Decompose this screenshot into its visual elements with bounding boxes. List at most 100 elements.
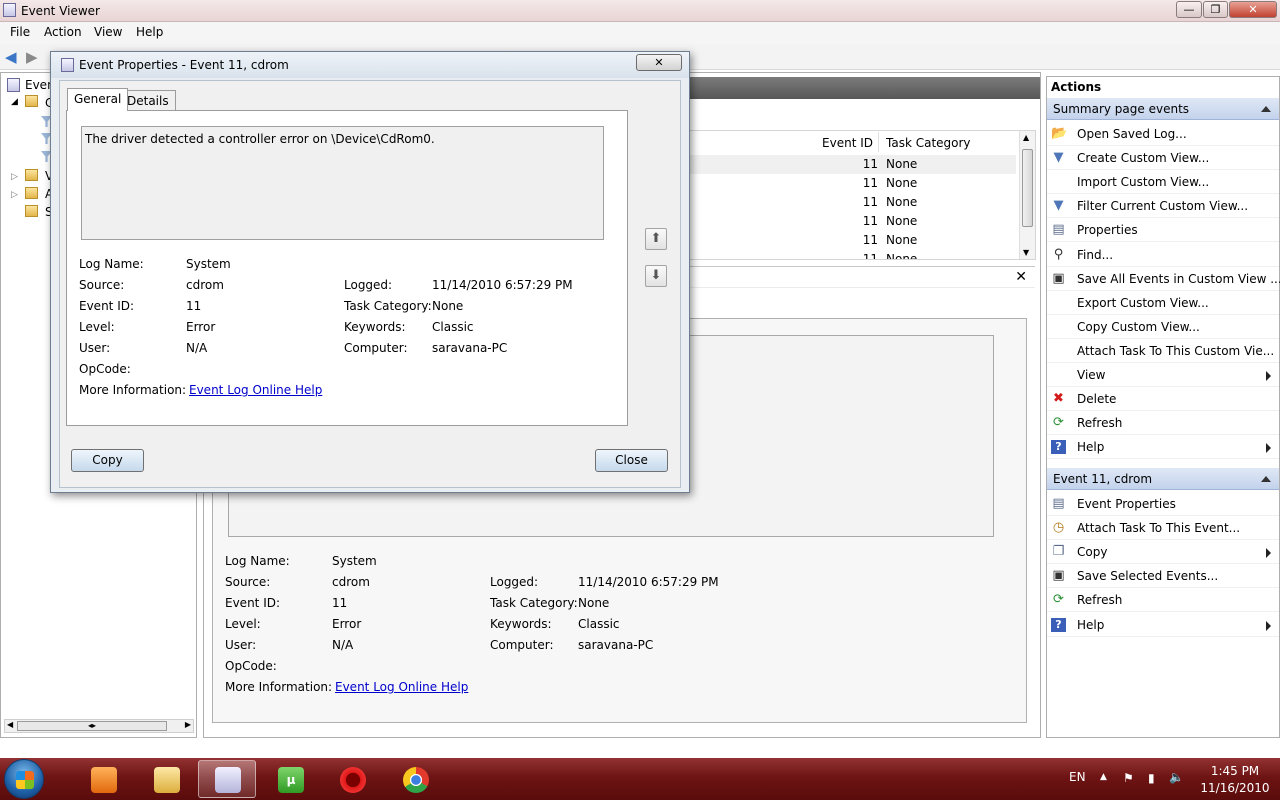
actions-title: Actions	[1051, 80, 1102, 94]
scroll-up-icon[interactable]: ▲	[1023, 133, 1029, 142]
action-item[interactable]: Export Custom View...	[1047, 291, 1279, 315]
action-item-label: Attach Task To This Custom Vie...	[1077, 343, 1275, 358]
action-item[interactable]: ◷ Attach Task To This Event...	[1047, 516, 1279, 541]
media-player-icon	[91, 767, 117, 793]
action-item[interactable]: ⚲ Find...	[1047, 243, 1279, 267]
clock-time[interactable]: 1:45 PM	[1205, 764, 1265, 778]
taskbar-utorrent[interactable]: µ	[261, 760, 319, 798]
action-item[interactable]: ▼ Create Custom View...	[1047, 146, 1279, 171]
menu-help[interactable]: Help	[136, 25, 163, 39]
action-item[interactable]: ▣ Save All Events in Custom View ...	[1047, 267, 1280, 291]
tab-general[interactable]: General	[67, 88, 129, 111]
action-item[interactable]: Import Custom View...	[1047, 170, 1279, 195]
folder-icon	[25, 169, 38, 181]
label-log-name: Log Name:	[225, 554, 290, 568]
windows-logo-icon	[16, 771, 34, 789]
event-list-scrollbar[interactable]: ▲ ▼	[1019, 131, 1035, 259]
collapse-arrow-icon[interactable]: ▷	[11, 172, 18, 182]
section-header-summary-page-events[interactable]: Summary page events	[1047, 98, 1279, 120]
chrome-icon	[403, 767, 429, 793]
taskbar-explorer[interactable]	[137, 760, 195, 798]
column-header-event-id[interactable]: Event ID	[743, 132, 879, 152]
scroll-right-icon[interactable]: ▶	[185, 720, 191, 729]
collapse-arrow-icon[interactable]: ▷	[11, 190, 18, 200]
battery-icon[interactable]: ▮	[1148, 771, 1155, 785]
value-level: Error	[332, 617, 362, 631]
menu-file[interactable]: File	[10, 25, 30, 39]
menu-bar: File Action View Help	[0, 22, 1280, 44]
action-item[interactable]: ? Help	[1047, 435, 1279, 460]
filter-icon: ▼	[1053, 198, 1064, 214]
close-detail-icon[interactable]: ✕	[1015, 269, 1027, 285]
action-item[interactable]: Copy Custom View...	[1047, 315, 1279, 339]
action-item[interactable]: View	[1047, 363, 1279, 387]
taskbar-event-viewer[interactable]	[198, 760, 256, 798]
event-id-cell: 11	[862, 176, 878, 190]
volume-icon[interactable]: 🔈	[1169, 770, 1184, 784]
scroll-left-icon[interactable]: ◀	[7, 720, 13, 729]
language-indicator[interactable]: EN	[1069, 770, 1086, 784]
scroll-thumb[interactable]: ◂▸	[17, 721, 167, 731]
dialog-value-level: Error	[186, 320, 216, 334]
action-item[interactable]: ✖ Delete	[1047, 387, 1279, 412]
folder-icon	[154, 767, 180, 793]
forward-arrow-icon[interactable]: ▶	[26, 48, 38, 66]
delete-icon: ✖	[1053, 391, 1064, 407]
task-category-cell: None	[886, 195, 918, 209]
action-item[interactable]: ▣ Save Selected Events...	[1047, 564, 1279, 589]
section-header-label: Event 11, cdrom	[1053, 472, 1153, 486]
minimize-button[interactable]: —	[1176, 1, 1202, 18]
scroll-down-icon[interactable]: ▼	[1023, 248, 1029, 257]
maximize-button[interactable]: ❐	[1203, 1, 1228, 18]
start-button[interactable]	[4, 759, 44, 799]
previous-event-button[interactable]: ⬆	[645, 228, 667, 250]
label-more-information: More Information:	[225, 680, 333, 694]
column-header-task-category[interactable]: Task Category	[883, 132, 1023, 152]
action-item-label: Refresh	[1077, 593, 1123, 608]
dialog-value-task-category: None	[432, 299, 464, 313]
dialog-value-user: N/A	[186, 341, 208, 355]
action-item[interactable]: ▼ Filter Current Custom View...	[1047, 194, 1279, 219]
taskbar-chrome[interactable]	[386, 760, 444, 798]
action-item[interactable]: ▤ Properties	[1047, 218, 1279, 243]
dialog-close-button[interactable]: ✕	[636, 54, 682, 71]
action-item[interactable]: ❐ Copy	[1047, 540, 1279, 565]
action-item[interactable]: ▤ Event Properties	[1047, 492, 1279, 516]
action-item[interactable]: 📂 Open Saved Log...	[1047, 122, 1279, 146]
close-window-button[interactable]: ✕	[1229, 1, 1277, 18]
event-log-help-link[interactable]: Event Log Online Help	[335, 680, 468, 694]
dialog-label-event-id: Event ID:	[79, 299, 135, 313]
action-item[interactable]: ⟳ Refresh	[1047, 411, 1279, 436]
value-event-id: 11	[332, 596, 348, 610]
collapse-triangle-icon[interactable]	[1261, 476, 1271, 482]
event-id-cell: 11	[862, 195, 878, 209]
copy-button[interactable]: Copy	[71, 449, 144, 472]
expand-arrow-icon[interactable]: ◢	[11, 97, 18, 107]
menu-action[interactable]: Action	[44, 25, 82, 39]
scroll-thumb[interactable]	[1022, 149, 1033, 227]
menu-view[interactable]: View	[94, 25, 122, 39]
dialog-label-logged: Logged:	[344, 278, 393, 292]
tab-details[interactable]: Details	[120, 90, 176, 111]
label-level: Level:	[225, 617, 261, 631]
section-header-event-11-cdrom[interactable]: Event 11, cdrom	[1047, 468, 1279, 490]
collapse-triangle-icon[interactable]	[1261, 106, 1271, 112]
close-button[interactable]: Close	[595, 449, 668, 472]
taskbar-media-player[interactable]	[74, 760, 132, 798]
next-event-button[interactable]: ⬇	[645, 265, 667, 287]
dialog-message-box: The driver detected a controller error o…	[81, 126, 604, 240]
back-arrow-icon[interactable]: ◀	[5, 48, 17, 66]
action-item[interactable]: Attach Task To This Custom Vie...	[1047, 339, 1279, 363]
action-center-flag-icon[interactable]: ⚑	[1123, 771, 1134, 785]
action-item-label: Save Selected Events...	[1077, 569, 1219, 584]
clock-date[interactable]: 11/16/2010	[1195, 781, 1275, 795]
action-item[interactable]: ⟳ Refresh	[1047, 588, 1279, 613]
action-item[interactable]: ? Help	[1047, 613, 1279, 637]
dialog-event-log-help-link[interactable]: Event Log Online Help	[189, 383, 322, 397]
taskbar-opera[interactable]	[323, 760, 381, 798]
label-event-id: Event ID:	[225, 596, 281, 610]
show-hidden-icons-icon[interactable]: ▲	[1100, 772, 1107, 782]
filter-icon: ▼	[1053, 150, 1064, 166]
tree-horizontal-scrollbar[interactable]: ◀ ◂▸ ▶	[4, 719, 194, 733]
binoculars-icon: ⚲	[1053, 246, 1064, 262]
